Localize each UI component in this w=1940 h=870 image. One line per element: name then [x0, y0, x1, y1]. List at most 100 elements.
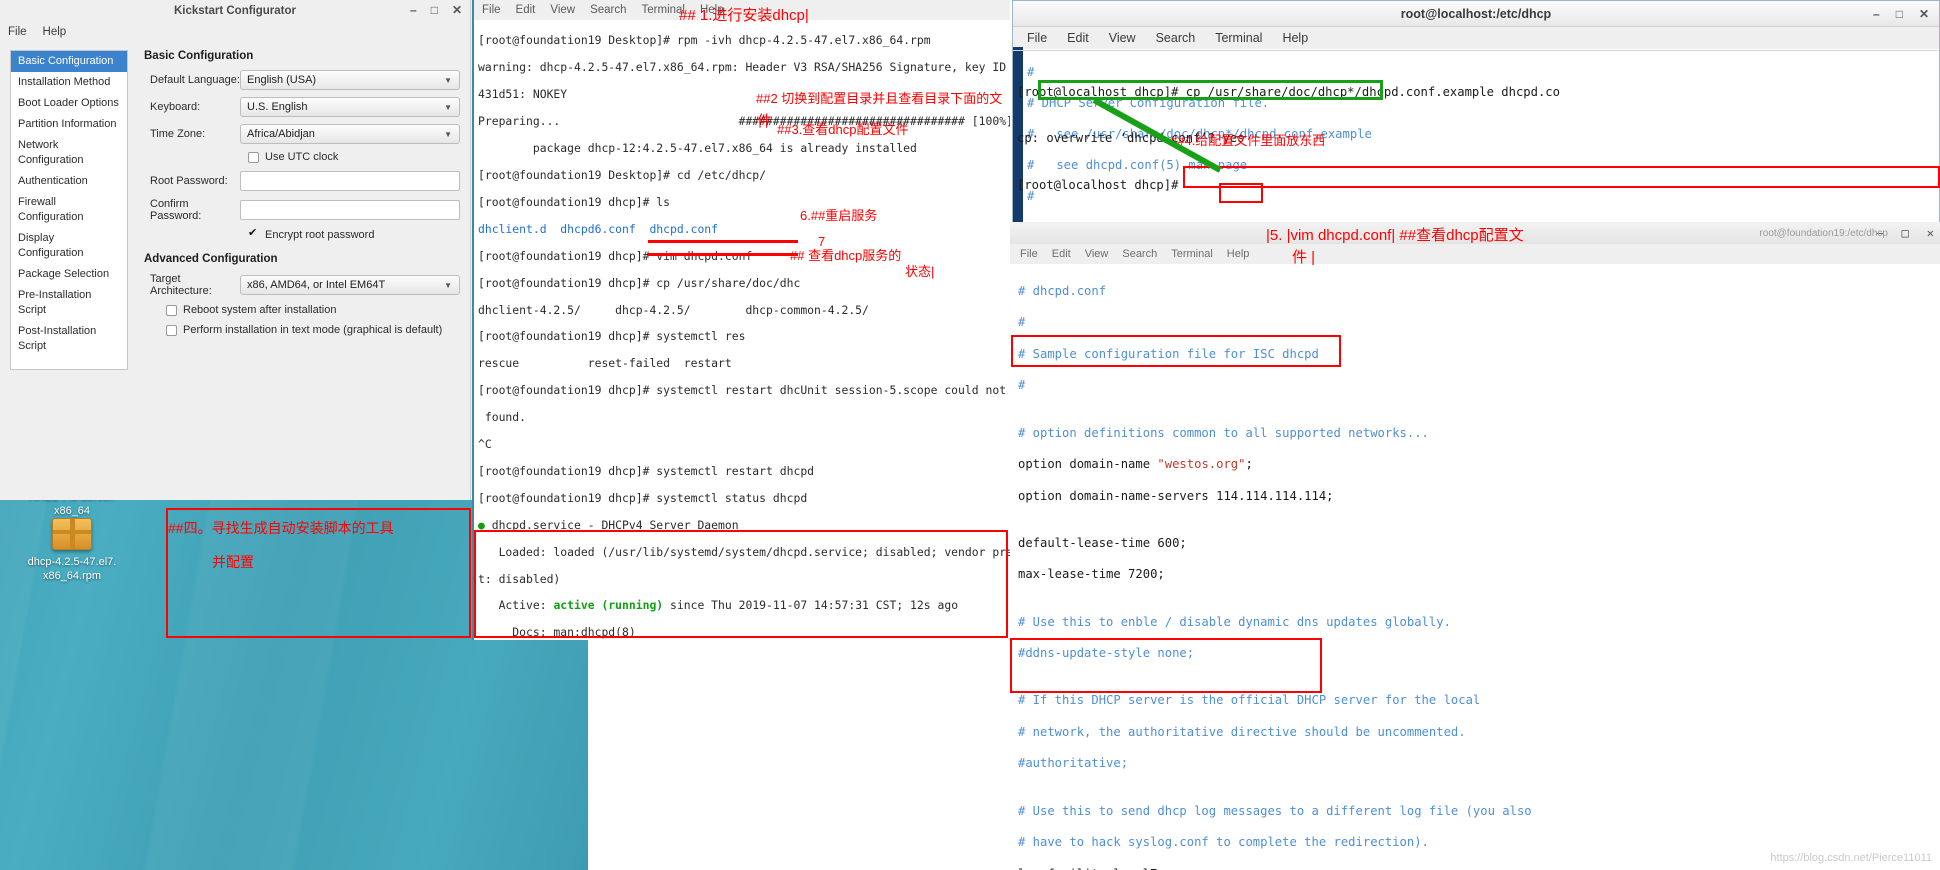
terminal-line: found. — [478, 410, 527, 425]
vim-line-domain-servers: option domain-name-servers 114.114.114.1… — [1018, 488, 1334, 503]
vim-line-domain-name: option domain-name "westos.org"; — [1018, 457, 1253, 471]
menu-edit[interactable]: Edit — [516, 4, 536, 16]
sidebar-item-post-installation-script[interactable]: Post-Installation Script — [11, 321, 127, 357]
text-mode-install-checkbox[interactable]: Perform installation in text mode (graph… — [166, 324, 460, 336]
menu-file[interactable]: File — [8, 26, 27, 38]
right-terminal-shell[interactable]: [root@localhost dhcp]# cp /usr/share/doc… — [1013, 50, 1939, 225]
vim-line: # dhcpd.conf — [1018, 283, 1107, 298]
window-title: root@localhost:/etc/dhcp — [1400, 6, 1552, 21]
vim-line: default-lease-time 600; — [1018, 535, 1187, 550]
minimize-icon[interactable]: – — [410, 3, 417, 17]
use-utc-clock-checkbox[interactable]: Use UTC clock — [248, 151, 460, 163]
sidebar-item-authentication[interactable]: Authentication — [11, 171, 127, 192]
menu-edit[interactable]: Edit — [1052, 248, 1071, 260]
minimize-icon[interactable]: – — [1873, 7, 1880, 21]
sidebar-item-pre-installation-script[interactable]: Pre-Installation Script — [11, 285, 127, 321]
desktop-icon-dhcp-rpm[interactable]: dhcp-4.2.5-47.el7. x86_64.rpm — [12, 518, 132, 583]
close-icon[interactable]: ✕ — [1919, 7, 1929, 21]
vim-line: # option definitions common to all suppo… — [1018, 425, 1429, 440]
target-architecture-select[interactable]: x86, AMD64, or Intel EM64T ▼ — [240, 275, 460, 295]
menu-file[interactable]: File — [1027, 31, 1047, 45]
vim-terminal-content[interactable]: # dhcpd.conf # # Sample configuration fi… — [1010, 264, 1940, 870]
checkbox-box — [166, 304, 177, 316]
sidebar-item-basic-configuration[interactable]: Basic Configuration — [11, 51, 127, 72]
menu-help[interactable]: Help — [43, 26, 67, 38]
terminal-line: dhclient.d dhcpd6.conf dhcpd.conf — [478, 221, 719, 236]
right-terminal-menubar: File Edit View Search Terminal Help — [1013, 27, 1939, 49]
middle-terminal-menubar: File Edit View Search Terminal Help — [474, 0, 1010, 20]
menu-view[interactable]: View — [1085, 248, 1109, 260]
menu-terminal[interactable]: Terminal — [1215, 31, 1262, 45]
maximize-icon[interactable]: □ — [431, 3, 438, 17]
terminal-line: [root@foundation19 dhcp]# systemctl res — [478, 329, 746, 344]
chevron-down-icon: ▼ — [444, 280, 452, 290]
menu-search[interactable]: Search — [590, 4, 626, 16]
maximize-icon[interactable]: □ — [1896, 7, 1903, 21]
menu-help[interactable]: Help — [1282, 31, 1308, 45]
terminal-line: [root@foundation19 Desktop]# rpm -ivh dh… — [478, 33, 931, 48]
chevron-down-icon: ▼ — [444, 102, 452, 112]
chevron-down-icon: ▼ — [444, 129, 452, 139]
terminal-line: Loaded: loaded (/usr/lib/systemd/system/… — [478, 544, 1010, 559]
desktop-icon-label2: x86_64 — [53, 505, 91, 517]
default-language-select[interactable]: English (USA) ▼ — [240, 70, 460, 90]
close-icon[interactable]: ✕ — [452, 3, 462, 17]
advanced-configuration-section: Advanced Configuration Target Architectu… — [142, 253, 460, 336]
sidebar-item-firewall-configuration[interactable]: Firewall Configuration — [11, 192, 127, 228]
menu-view[interactable]: View — [1109, 31, 1136, 45]
window-title: Kickstart Configurator — [173, 5, 297, 17]
right-terminal-titlebar: root@localhost:/etc/dhcp – □ ✕ — [1013, 1, 1939, 27]
terminal-line: ● dhcpd.service - DHCPv4 Server Daemon — [478, 517, 739, 532]
shell-line: [root@localhost dhcp]# cp /usr/share/doc… — [1017, 84, 1560, 99]
sidebar-item-installation-method[interactable]: Installation Method — [11, 72, 127, 93]
status-dot-icon: ● — [478, 517, 485, 532]
menu-help[interactable]: Help — [1227, 248, 1250, 260]
menu-file[interactable]: File — [482, 4, 501, 16]
terminal-line: [root@foundation19 dhcp]# systemctl stat… — [478, 490, 808, 505]
vim-line: max-lease-time 7200; — [1018, 567, 1165, 582]
menu-help[interactable]: Help — [700, 4, 724, 16]
menu-view[interactable]: View — [550, 4, 575, 16]
terminal-line: [root@foundation19 Desktop]# cd /etc/dhc… — [478, 167, 767, 182]
vim-line: # Use this to send dhcp log messages to … — [1018, 803, 1532, 818]
timezone-select[interactable]: Africa/Abidjan ▼ — [240, 124, 460, 144]
package-icon — [52, 518, 92, 550]
maximize-icon[interactable]: □ — [1902, 226, 1909, 240]
root-password-input[interactable] — [240, 171, 460, 191]
sidebar-item-display-configuration[interactable]: Display Configuration — [11, 228, 127, 264]
reboot-after-install-checkbox[interactable]: Reboot system after installation — [166, 304, 460, 316]
terminal-line: 431d51: NOKEY — [478, 87, 568, 102]
menu-terminal[interactable]: Terminal — [1171, 248, 1213, 260]
terminal-line: t: disabled) — [478, 571, 561, 586]
close-icon[interactable]: ✕ — [1927, 226, 1934, 240]
menu-terminal[interactable]: Terminal — [642, 4, 685, 16]
chevron-down-icon: ▼ — [444, 75, 452, 85]
vim-line: # If this DHCP server is the official DH… — [1018, 693, 1481, 708]
terminal-line: ^C — [478, 437, 492, 452]
menu-search[interactable]: Search — [1122, 248, 1157, 260]
advanced-configuration-heading: Advanced Configuration — [144, 253, 278, 265]
menu-edit[interactable]: Edit — [1067, 31, 1089, 45]
right-terminal-window: root@localhost:/etc/dhcp – □ ✕ File Edit… — [1012, 0, 1940, 228]
confirm-password-label: Confirm Password: — [150, 198, 202, 222]
encrypt-root-password-checkbox[interactable]: Encrypt root password — [248, 226, 460, 242]
menu-file[interactable]: File — [1020, 248, 1038, 260]
menu-search[interactable]: Search — [1156, 31, 1196, 45]
row-keyboard: Keyboard: U.S. English ▼ — [142, 97, 460, 117]
window-title-faint: root@foundation19:/etc/dhcp — [1759, 227, 1888, 239]
desktop-icon-label: dhcp-4.2.5-47.el7. — [27, 556, 117, 568]
sidebar-item-boot-loader-options[interactable]: Boot Loader Options — [11, 93, 127, 114]
keyboard-select[interactable]: U.S. English ▼ — [240, 97, 460, 117]
vim-line: # — [1018, 315, 1026, 330]
terminal-line: [root@foundation19 dhcp]# systemctl rest… — [478, 463, 815, 478]
sidebar-item-network-configuration[interactable]: Network Configuration — [11, 135, 127, 171]
confirm-password-input[interactable] — [240, 200, 460, 220]
sidebar-item-partition-information[interactable]: Partition Information — [11, 114, 127, 135]
terminal-line: rescue reset-failed restart — [478, 356, 732, 371]
vim-terminal-window: root@foundation19:/etc/dhcp – □ ✕ File E… — [1010, 222, 1940, 870]
shell-line: [root@localhost dhcp]# — [1017, 178, 1179, 193]
middle-terminal-output[interactable]: [root@foundation19 Desktop]# rpm -ivh dh… — [474, 20, 1010, 640]
active-running-status: active (running) — [553, 598, 664, 613]
sidebar-item-package-selection[interactable]: Package Selection — [11, 264, 127, 285]
text-mode-install-label: Perform installation in text mode (graph… — [183, 324, 443, 336]
